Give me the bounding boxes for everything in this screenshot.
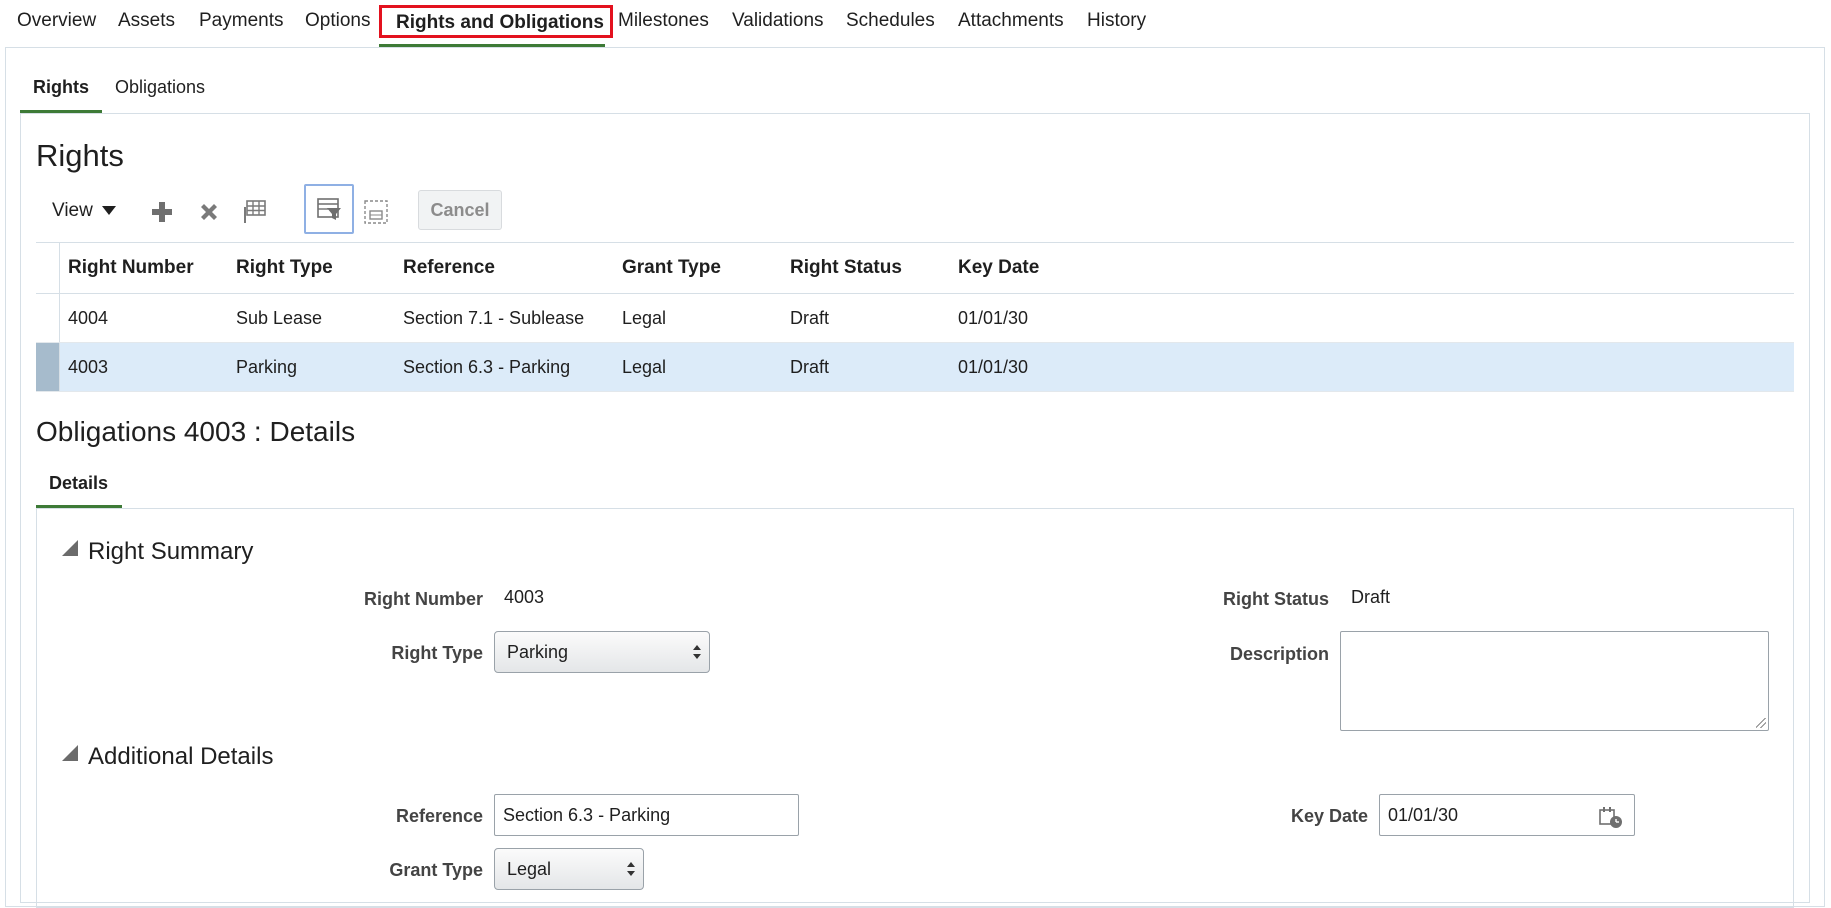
key-date-input[interactable]: 01/01/30: [1379, 794, 1635, 836]
collapse-triangle-icon: [62, 540, 78, 556]
rights-table: Right Number Right Type Reference Grant …: [36, 242, 1794, 392]
right-status-value: Draft: [1351, 587, 1391, 607]
select-spinner-icon: [627, 862, 635, 876]
tab-schedules[interactable]: Schedules: [846, 8, 935, 34]
add-icon[interactable]: [148, 198, 176, 226]
additional-details-title: Additional Details: [88, 743, 274, 770]
cancel-button[interactable]: Cancel: [418, 190, 502, 230]
caret-down-icon: [101, 206, 116, 216]
subtab-rights[interactable]: Rights: [33, 76, 89, 98]
cell-right-number: 4003: [68, 357, 109, 377]
table-header: Right Number Right Type Reference Grant …: [36, 242, 1794, 294]
right-number-label: Right Number: [364, 589, 483, 609]
freeze-icon[interactable]: [240, 198, 268, 226]
tab-milestones[interactable]: Milestones: [618, 8, 709, 34]
cell-key-date: 01/01/30: [958, 357, 1029, 377]
row-selector[interactable]: [36, 294, 60, 342]
column-header-right-number[interactable]: Right Number: [68, 257, 194, 279]
tab-validations[interactable]: Validations: [732, 8, 824, 34]
tab-overview[interactable]: Overview: [17, 8, 96, 34]
right-type-selected-value: Parking: [507, 642, 569, 662]
cell-right-type: Sub Lease: [236, 308, 323, 328]
table-row-selected[interactable]: 4003 Parking Section 6.3 - Parking Legal…: [36, 343, 1794, 392]
column-header-reference[interactable]: Reference: [403, 257, 495, 279]
key-date-value: 01/01/30: [1388, 805, 1459, 825]
cell-right-status: Draft: [790, 308, 830, 328]
tab-rights-and-obligations[interactable]: Rights and Obligations: [382, 6, 618, 40]
view-menu-button[interactable]: View: [52, 200, 116, 222]
cell-right-status: Draft: [790, 357, 830, 377]
right-status-label: Right Status: [1223, 589, 1329, 609]
cell-grant-type: Legal: [622, 308, 667, 328]
tab-assets[interactable]: Assets: [118, 8, 175, 34]
reference-value: Section 6.3 - Parking: [503, 805, 671, 825]
row-selector-header: [36, 243, 60, 293]
description-textarea[interactable]: [1340, 631, 1769, 731]
grant-type-label: Grant Type: [389, 860, 483, 880]
table-row[interactable]: 4004 Sub Lease Section 7.1 - Sublease Le…: [36, 294, 1794, 343]
description-label: Description: [1229, 644, 1329, 664]
grant-type-select[interactable]: Legal: [494, 848, 644, 890]
cell-right-number: 4004: [68, 308, 109, 328]
cell-right-type: Parking: [236, 357, 298, 377]
tab-details[interactable]: Details: [49, 473, 108, 494]
right-summary-title: Right Summary: [88, 538, 254, 565]
column-header-grant-type[interactable]: Grant Type: [622, 257, 721, 279]
tab-options[interactable]: Options: [305, 8, 370, 34]
key-date-label: Key Date: [1290, 806, 1368, 826]
right-summary-header[interactable]: Right Summary: [62, 538, 253, 566]
rights-title: Rights: [36, 138, 124, 173]
details-title: Obligations 4003 : Details: [36, 416, 356, 447]
cell-reference: Section 7.1 - Sublease: [403, 308, 585, 328]
cell-grant-type: Legal: [622, 357, 667, 377]
column-header-right-status[interactable]: Right Status: [790, 257, 902, 279]
query-by-example-icon[interactable]: [304, 184, 354, 234]
tab-history[interactable]: History: [1087, 8, 1146, 34]
right-type-label: Right Type: [391, 643, 483, 663]
additional-details-header[interactable]: Additional Details: [62, 743, 273, 771]
column-header-key-date[interactable]: Key Date: [958, 257, 1039, 279]
row-selector[interactable]: [36, 343, 60, 391]
select-spinner-icon: [693, 645, 701, 659]
view-menu-label: View: [52, 200, 93, 221]
tab-attachments[interactable]: Attachments: [958, 8, 1064, 34]
reference-input[interactable]: Section 6.3 - Parking: [494, 794, 799, 836]
right-number-value: 4003: [504, 587, 545, 607]
reference-label: Reference: [395, 806, 483, 826]
tab-payments[interactable]: Payments: [199, 8, 283, 34]
detach-icon[interactable]: [362, 198, 390, 226]
column-header-right-type[interactable]: Right Type: [236, 257, 333, 279]
collapse-triangle-icon: [62, 745, 78, 761]
grant-type-selected-value: Legal: [507, 859, 552, 879]
calendar-icon[interactable]: [1598, 804, 1624, 828]
delete-icon[interactable]: [195, 198, 223, 226]
main-tab-bar: Overview Assets Payments Options Rights …: [0, 0, 1831, 48]
resize-grip-icon[interactable]: [1756, 718, 1766, 728]
rights-toolbar: View Cancel: [36, 184, 636, 236]
cell-reference: Section 6.3 - Parking: [403, 357, 571, 377]
cell-key-date: 01/01/30: [958, 308, 1029, 328]
right-type-select[interactable]: Parking: [494, 631, 710, 673]
subtab-obligations[interactable]: Obligations: [115, 76, 205, 98]
